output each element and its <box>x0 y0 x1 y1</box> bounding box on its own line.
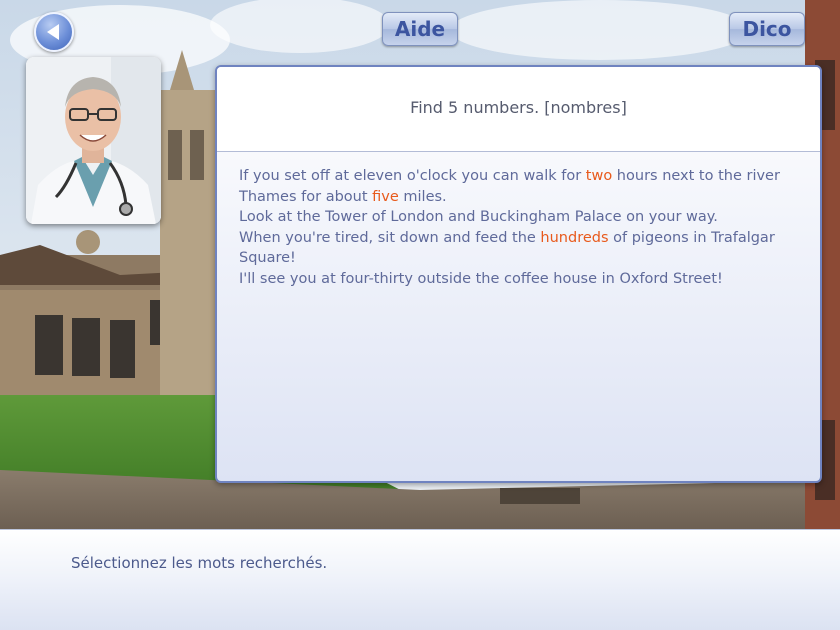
selected-word[interactable]: hundreds <box>540 230 608 246</box>
left-arrow-icon <box>47 24 59 40</box>
selected-word[interactable]: two <box>586 168 612 184</box>
avatar <box>26 57 161 224</box>
passage-paragraph: Look at the Tower of London and Buckingh… <box>239 207 798 228</box>
app-screen: Aide Dico Find 5 numbers. [nombres] If y… <box>0 0 840 630</box>
back-button[interactable] <box>34 12 74 52</box>
passage-paragraph: I'll see you at four-thirty outside the … <box>239 269 798 290</box>
passage-paragraph: If you set off at eleven o'clock you can… <box>239 166 798 207</box>
reading-passage: If you set off at eleven o'clock you can… <box>217 152 820 289</box>
passage-text[interactable]: miles. <box>399 189 446 205</box>
passage-text[interactable]: If you set off at eleven o'clock you can… <box>239 168 586 184</box>
help-button[interactable]: Aide <box>382 12 458 46</box>
instruction-header: Find 5 numbers. [nombres] <box>217 67 820 152</box>
passage-text[interactable]: When you're tired, sit down and feed the <box>239 230 540 246</box>
status-bar: Sélectionnez les mots recherchés. <box>0 529 840 630</box>
passage-paragraph: When you're tired, sit down and feed the… <box>239 228 798 269</box>
instruction-text: Find 5 numbers. [nombres] <box>410 97 627 117</box>
passage-text[interactable]: I'll see you at four-thirty outside the … <box>239 271 723 287</box>
doctor-avatar <box>26 57 161 224</box>
passage-text[interactable]: Look at the Tower of London and Buckingh… <box>239 209 718 225</box>
status-message: Sélectionnez les mots recherchés. <box>71 554 328 572</box>
exercise-panel: Find 5 numbers. [nombres] If you set off… <box>215 65 822 483</box>
dictionary-button[interactable]: Dico <box>729 12 805 46</box>
selected-word[interactable]: five <box>372 189 399 205</box>
